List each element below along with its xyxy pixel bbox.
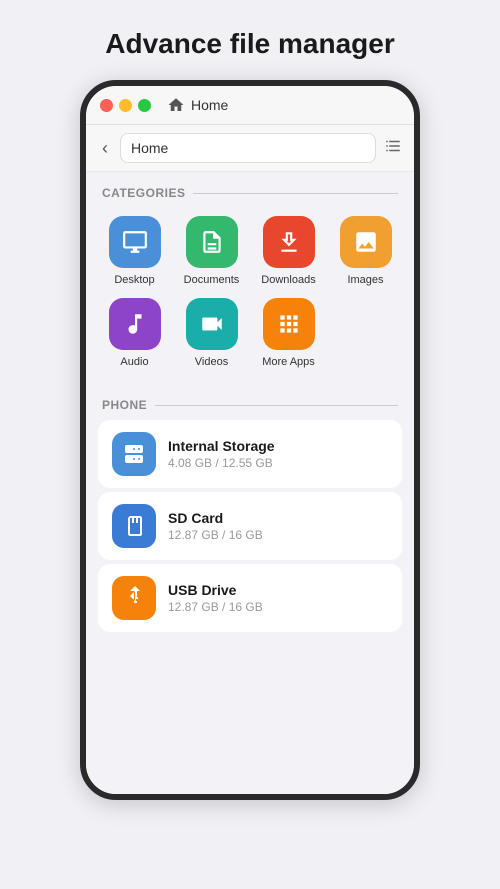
dot-green[interactable] <box>138 99 151 112</box>
videos-label: Videos <box>195 356 228 368</box>
videos-icon <box>186 298 238 350</box>
category-documents[interactable]: Documents <box>179 216 244 286</box>
title-home-text: Home <box>191 97 228 113</box>
usb-name: USB Drive <box>168 582 263 598</box>
home-icon <box>167 96 185 114</box>
sdcard-name: SD Card <box>168 510 263 526</box>
storage-internal[interactable]: Internal Storage 4.08 GB / 12.55 GB <box>98 420 402 488</box>
dot-orange[interactable] <box>119 99 132 112</box>
usb-icon <box>112 576 156 620</box>
sdcard-size: 12.87 GB / 16 GB <box>168 528 263 542</box>
desktop-icon <box>109 216 161 268</box>
downloads-icon <box>263 216 315 268</box>
phone-frame: Home ‹ CATEGORIES Desktop <box>80 80 420 800</box>
phone-header: PHONE <box>86 384 414 420</box>
images-label: Images <box>347 274 383 286</box>
audio-label: Audio <box>120 356 148 368</box>
category-desktop[interactable]: Desktop <box>102 216 167 286</box>
category-downloads[interactable]: Downloads <box>256 216 321 286</box>
category-videos[interactable]: Videos <box>179 298 244 368</box>
traffic-lights <box>100 99 151 112</box>
usb-info: USB Drive 12.87 GB / 16 GB <box>168 582 263 614</box>
category-images[interactable]: Images <box>333 216 398 286</box>
title-bar: Home <box>86 86 414 125</box>
content-area: CATEGORIES Desktop Documents <box>86 172 414 794</box>
dot-red[interactable] <box>100 99 113 112</box>
internal-storage-name: Internal Storage <box>168 438 275 454</box>
title-home-label: Home <box>167 96 228 114</box>
category-more-apps[interactable]: More Apps <box>256 298 321 368</box>
audio-icon <box>109 298 161 350</box>
categories-header: CATEGORIES <box>86 172 414 208</box>
images-icon <box>340 216 392 268</box>
internal-storage-info: Internal Storage 4.08 GB / 12.55 GB <box>168 438 275 470</box>
storage-list: Internal Storage 4.08 GB / 12.55 GB SD C… <box>86 420 414 632</box>
storage-sdcard[interactable]: SD Card 12.87 GB / 16 GB <box>98 492 402 560</box>
back-button[interactable]: ‹ <box>98 136 112 161</box>
sdcard-info: SD Card 12.87 GB / 16 GB <box>168 510 263 542</box>
internal-storage-icon <box>112 432 156 476</box>
page-title: Advance file manager <box>105 28 394 60</box>
category-audio[interactable]: Audio <box>102 298 167 368</box>
more-apps-label: More Apps <box>262 356 315 368</box>
list-view-icon[interactable] <box>384 137 402 160</box>
more-apps-icon <box>263 298 315 350</box>
usb-size: 12.87 GB / 16 GB <box>168 600 263 614</box>
desktop-label: Desktop <box>114 274 154 286</box>
storage-usb[interactable]: USB Drive 12.87 GB / 16 GB <box>98 564 402 632</box>
nav-bar: ‹ <box>86 125 414 172</box>
documents-label: Documents <box>184 274 240 286</box>
path-input[interactable] <box>120 133 376 163</box>
documents-icon <box>186 216 238 268</box>
downloads-label: Downloads <box>261 274 315 286</box>
sdcard-icon <box>112 504 156 548</box>
category-grid: Desktop Documents Downloads <box>86 208 414 384</box>
internal-storage-size: 4.08 GB / 12.55 GB <box>168 456 275 470</box>
